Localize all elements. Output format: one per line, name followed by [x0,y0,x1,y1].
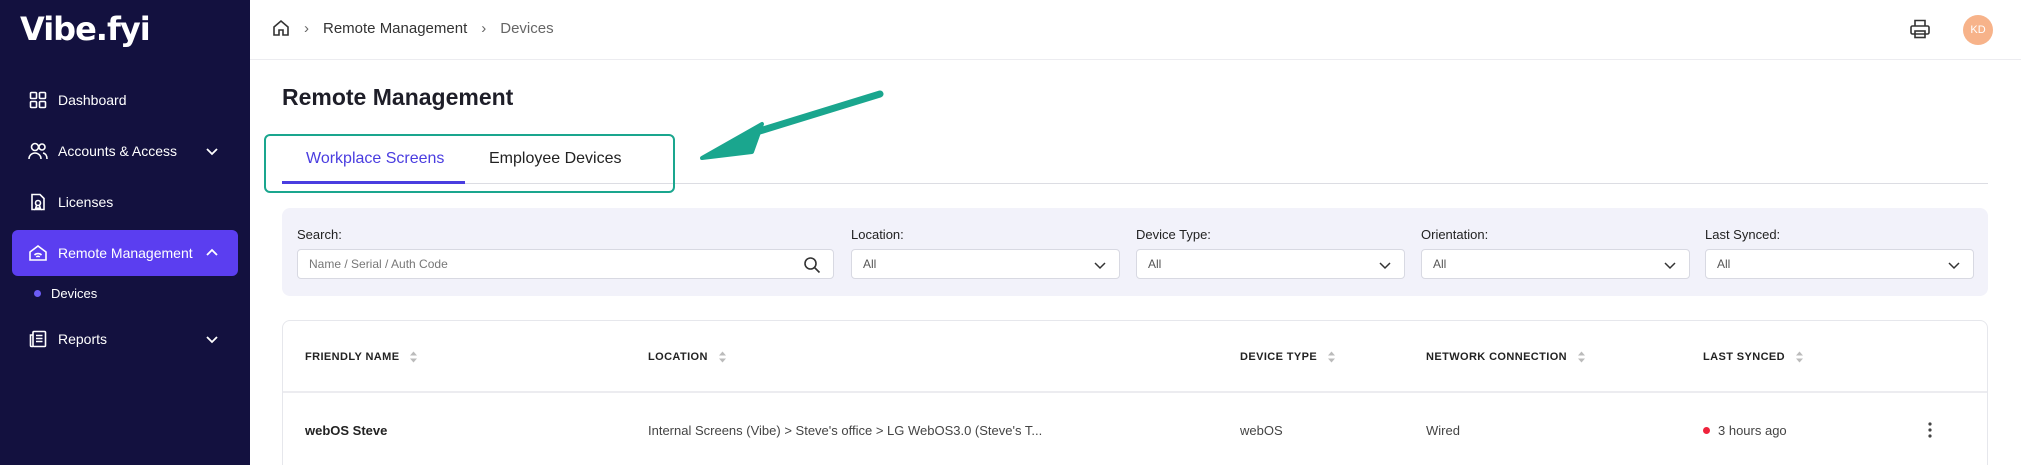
cell-device-type: webOS [1240,423,1283,438]
sidebar-item-reports[interactable]: Reports [12,316,238,362]
cell-friendly-name[interactable]: webOS Steve [305,423,387,438]
tabs-highlight-box [264,134,675,193]
orientation-value: All [1433,257,1447,271]
column-header-label: DEVICE TYPE [1240,351,1318,363]
location-label: Location: [851,227,904,242]
chevron-down-icon [1948,262,1960,270]
sort-icon[interactable] [718,351,727,363]
app-logo[interactable]: Vibe.fyi [20,10,151,48]
last-synced-label: Last Synced: [1705,227,1781,242]
column-header-friendly-name[interactable]: FRIENDLY NAME [305,351,418,363]
column-header-network-connection[interactable]: NETWORK CONNECTION [1426,351,1586,363]
avatar[interactable]: KD [1963,15,1993,45]
column-header-device-type[interactable]: DEVICE TYPE [1240,351,1336,363]
sidebar-item-label: Licenses [58,194,114,210]
last-synced-select[interactable]: All [1705,249,1974,279]
last-synced-text: 3 hours ago [1718,423,1787,438]
sidebar-item-dashboard[interactable]: Dashboard [12,77,238,123]
cell-location: Internal Screens (Vibe) > Steve's office… [648,423,1043,438]
page-title: Remote Management [282,84,514,110]
users-icon [28,141,48,161]
chevron-down-icon [206,148,218,156]
chevron-up-icon [206,248,218,256]
remote-icon [28,243,48,263]
home-icon[interactable] [272,19,290,37]
sidebar-item-label: Reports [58,331,108,347]
location-select[interactable]: All [851,249,1120,279]
orientation-label: Orientation: [1421,227,1489,242]
device-type-select[interactable]: All [1136,249,1405,279]
sidebar-item-licenses[interactable]: Licenses [12,179,238,225]
sidebar: Vibe.fyi Dashboard Accounts & Access Lic… [0,0,250,465]
print-icon[interactable] [1909,18,1931,40]
chevron-right-icon: › [481,19,487,37]
search-placeholder: Name / Serial / Auth Code [309,257,448,271]
chevron-down-icon [1379,262,1391,270]
sidebar-item-label: Remote Management [58,245,193,261]
column-header-last-synced[interactable]: LAST SYNCED [1703,351,1804,363]
location-value: All [863,257,877,271]
column-header-label: LOCATION [648,351,708,363]
license-icon [28,192,48,212]
table-header-divider [283,391,1987,393]
chevron-down-icon [1664,262,1676,270]
column-header-label: FRIENDLY NAME [305,351,400,363]
breadcrumb: › Remote Management › Devices [272,19,554,37]
sort-icon[interactable] [1577,351,1586,363]
cell-network-connection: Wired [1426,423,1460,438]
active-dot [34,290,41,297]
sidebar-subitem-devices[interactable]: Devices [34,286,97,301]
column-header-location[interactable]: LOCATION [648,351,727,363]
sort-icon[interactable] [409,351,418,363]
search-label: Search: [297,227,342,242]
sort-icon[interactable] [1327,351,1336,363]
chevron-right-icon: › [304,19,309,37]
chevron-down-icon [206,336,218,344]
sidebar-subitem-label: Devices [51,286,98,301]
search-input[interactable]: Name / Serial / Auth Code [297,249,834,279]
device-type-value: All [1148,257,1162,271]
device-type-label: Device Type: [1136,227,1211,242]
search-icon[interactable] [803,256,821,274]
grid-icon [28,90,48,110]
column-header-label: LAST SYNCED [1703,351,1786,363]
sort-icon[interactable] [1795,351,1804,363]
chevron-down-icon [1094,262,1106,270]
cell-last-synced: 3 hours ago [1703,423,1787,438]
status-dot [1703,427,1710,434]
sidebar-item-label: Accounts & Access [58,143,178,159]
reports-icon [28,329,48,349]
sidebar-item-remote-management[interactable]: Remote Management [12,230,238,276]
breadcrumb-current: Devices [500,19,554,37]
last-synced-value: All [1717,257,1731,271]
sidebar-item-label: Dashboard [58,92,127,108]
more-options-icon[interactable] [1925,421,1935,439]
sidebar-item-accounts[interactable]: Accounts & Access [12,128,238,174]
breadcrumb-item[interactable]: Remote Management [323,20,467,37]
orientation-select[interactable]: All [1421,249,1690,279]
column-header-label: NETWORK CONNECTION [1426,351,1568,363]
top-bar: › Remote Management › Devices KD [250,0,2021,60]
annotation-arrow-icon [700,90,884,160]
